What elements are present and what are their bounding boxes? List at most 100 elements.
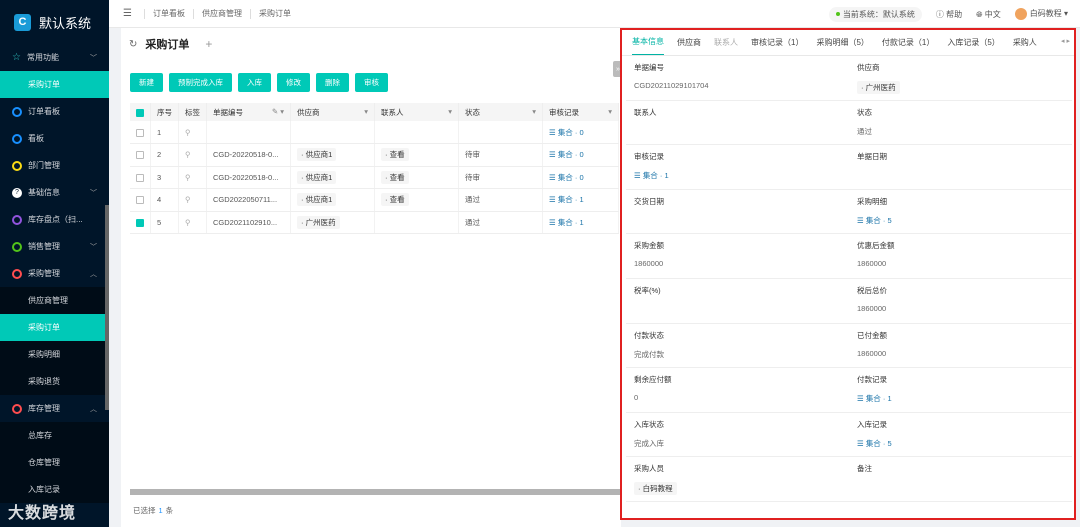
detail-tab[interactable]: 采购明细（5） bbox=[816, 37, 868, 48]
audit-collection[interactable]: 集合 · 0 bbox=[558, 173, 584, 182]
sidebar-item[interactable]: ? 基础信息 ﹀ bbox=[0, 179, 109, 206]
edit-button[interactable]: 修改 bbox=[277, 73, 310, 92]
sidebar-item[interactable]: 部门管理 bbox=[0, 152, 109, 179]
sidebar-item[interactable]: 库存盘点（扫... bbox=[0, 206, 109, 233]
column-header[interactable]: 联系人 ▾ bbox=[374, 103, 459, 121]
circle-icon bbox=[12, 268, 22, 279]
chevron-down-icon[interactable]: ▾ bbox=[448, 107, 452, 116]
field-collection[interactable]: 集合 · 1 bbox=[643, 171, 669, 180]
sidebar-item[interactable]: 采购订单 bbox=[0, 71, 109, 98]
paperclip-icon[interactable]: ⚲ bbox=[185, 195, 191, 204]
field-collection[interactable]: 集合 · 5 bbox=[866, 439, 892, 448]
sidebar-item[interactable]: 总库存 bbox=[0, 422, 109, 449]
supplier-tag[interactable]: · 供应商1 bbox=[297, 170, 337, 184]
detail-tab[interactable]: 基本信息 bbox=[632, 30, 664, 55]
table-row[interactable]: 4 ⚲ CGD2022050711... · 供应商1 · 查看 通过 ☰ 集合 · 1 bbox=[130, 188, 619, 212]
sidebar-item[interactable]: 库存管理 ︿ bbox=[0, 395, 109, 422]
paperclip-icon[interactable]: ⚲ bbox=[185, 218, 191, 227]
scrollbar-thumb[interactable] bbox=[130, 489, 620, 495]
paperclip-icon[interactable]: ⚲ bbox=[185, 128, 191, 137]
table-row[interactable]: 5 ⚲ CGD2021102910... · 广州医药 通过 ☰ 集合 · 1 bbox=[130, 211, 619, 234]
menu-toggle-icon[interactable]: ☰ bbox=[123, 8, 132, 19]
detail-tab[interactable]: 付款记录（1） bbox=[882, 37, 934, 48]
field-value: 完成入库 bbox=[634, 438, 664, 448]
contact-tag[interactable]: · 查看 bbox=[381, 170, 409, 184]
sidebar-item[interactable]: 订单看板 bbox=[0, 98, 109, 125]
preset-inbound-button[interactable]: 预制完成入库 bbox=[169, 73, 232, 92]
contact-tag[interactable]: · 查看 bbox=[381, 193, 409, 207]
sidebar-item[interactable]: 采购明细 bbox=[0, 341, 109, 368]
row-checkbox[interactable] bbox=[136, 173, 144, 182]
detail-tab[interactable]: 审核记录（1） bbox=[751, 37, 803, 48]
sidebar-item[interactable]: 看板 bbox=[0, 125, 109, 152]
table-row[interactable]: 3 ⚲ CGD-20220518-0... · 供应商1 · 查看 待审 ☰ 集合 · 0 bbox=[130, 166, 619, 189]
row-checkbox[interactable] bbox=[136, 218, 144, 227]
add-tab-icon[interactable]: + bbox=[205, 37, 212, 51]
chevron-down-icon[interactable]: ▾ bbox=[608, 107, 612, 116]
contact-tag[interactable]: · 查看 bbox=[381, 148, 409, 162]
collection-icon: ☰ bbox=[549, 150, 558, 160]
column-header[interactable]: 状态 ▾ bbox=[458, 103, 543, 121]
chevron-down-icon[interactable]: ▾ bbox=[364, 107, 368, 116]
audit-button[interactable]: 审核 bbox=[355, 73, 388, 92]
page-title: ↻ 采购订单 + bbox=[129, 37, 213, 51]
sidebar-item[interactable]: 采购管理 ︿ bbox=[0, 260, 109, 287]
field-collection[interactable]: 集合 · 5 bbox=[866, 216, 892, 225]
paperclip-icon[interactable]: ⚲ bbox=[185, 173, 191, 182]
sidebar-item[interactable]: 供应商管理 bbox=[0, 287, 109, 314]
audit-collection[interactable]: 集合 · 0 bbox=[558, 128, 584, 137]
row-checkbox[interactable] bbox=[136, 128, 144, 137]
language-switch[interactable]: 🌐︎ 中文 bbox=[976, 9, 1001, 20]
audit-collection[interactable]: 集合 · 1 bbox=[558, 195, 584, 204]
row-checkbox[interactable] bbox=[136, 151, 144, 160]
inbound-button[interactable]: 入库 bbox=[238, 73, 271, 92]
table-row[interactable]: 2 ⚲ CGD-20220518-0... · 供应商1 · 查看 待审 ☰ 集合 · 0 bbox=[130, 143, 619, 167]
user-menu[interactable]: 白码教程 ▾ bbox=[1014, 8, 1068, 20]
supplier-tag[interactable]: · 供应商1 bbox=[297, 193, 337, 207]
create-button[interactable]: 新建 bbox=[130, 73, 163, 92]
breadcrumb-item[interactable]: 供应商管理 bbox=[192, 8, 250, 19]
column-header[interactable]: 审核记录 ▾ bbox=[542, 103, 619, 121]
sidebar-item[interactable]: 采购订单 bbox=[0, 314, 109, 341]
detail-tab[interactable]: 入库记录（5） bbox=[947, 37, 999, 48]
field-tag[interactable]: · 广州医药 bbox=[857, 81, 900, 94]
paperclip-icon[interactable]: ⚲ bbox=[185, 150, 191, 159]
detail-field: 税率(%) bbox=[626, 279, 849, 324]
sidebar-item[interactable]: 销售管理 ﹀ bbox=[0, 233, 109, 260]
sidebar-item[interactable]: 采购退货 bbox=[0, 368, 109, 395]
column-header[interactable]: 单据编号 ✎ ▾ bbox=[206, 103, 291, 121]
field-collection[interactable]: 集合 · 1 bbox=[866, 394, 892, 403]
row-checkbox[interactable] bbox=[136, 196, 144, 205]
sidebar-item[interactable]: 仓库管理 bbox=[0, 449, 109, 476]
help-link[interactable]: ⓘ 帮助 bbox=[936, 9, 962, 20]
detail-field: 采购明细 ☰ 集合 · 5 bbox=[849, 190, 1072, 235]
field-tag[interactable]: · 白码教程 bbox=[634, 482, 677, 496]
column-header[interactable]: 标签 bbox=[178, 103, 207, 121]
sidebar-item-label: 看板 bbox=[28, 134, 44, 143]
column-header[interactable]: 序号 bbox=[150, 103, 179, 121]
table-row[interactable]: 1 ⚲ ☰ 集合 · 0 bbox=[130, 121, 619, 144]
select-all-checkbox[interactable] bbox=[136, 108, 144, 117]
sort-icon[interactable]: ✎ ▾ bbox=[272, 107, 284, 116]
breadcrumb-item[interactable]: 采购订单 bbox=[249, 8, 299, 19]
detail-tab[interactable]: 采购人 bbox=[1013, 37, 1037, 48]
sidebar-item[interactable]: ☆ 常用功能 ﹀ bbox=[0, 44, 109, 71]
delete-button[interactable]: 删除 bbox=[316, 73, 349, 92]
audit-collection[interactable]: 集合 · 1 bbox=[558, 218, 584, 227]
detail-tab[interactable]: 供应商 bbox=[677, 37, 701, 48]
sidebar-scrollbar[interactable] bbox=[105, 205, 109, 410]
detail-tab[interactable]: 联系人 bbox=[714, 37, 738, 48]
supplier-tag[interactable]: · 供应商1 bbox=[297, 148, 337, 162]
field-label: 供应商 bbox=[857, 63, 880, 72]
current-system-badge[interactable]: 当前系统：默认系统 bbox=[828, 6, 922, 22]
column-header[interactable]: 供应商 ▾ bbox=[290, 103, 375, 121]
refresh-icon[interactable]: ↻ bbox=[129, 39, 137, 50]
supplier-tag[interactable]: · 广州医药 bbox=[297, 215, 340, 229]
chevron-down-icon[interactable]: ▾ bbox=[532, 107, 536, 116]
status-cell: 待审 bbox=[458, 143, 543, 167]
tab-scroll-arrows-icon[interactable]: ◂ ▸ bbox=[1057, 37, 1070, 45]
order-code: CGD-20220518-0... bbox=[206, 166, 291, 189]
audit-collection[interactable]: 集合 · 0 bbox=[558, 150, 584, 159]
breadcrumb-item[interactable]: 订单看板 bbox=[143, 8, 193, 19]
horizontal-scrollbar[interactable] bbox=[130, 489, 621, 495]
